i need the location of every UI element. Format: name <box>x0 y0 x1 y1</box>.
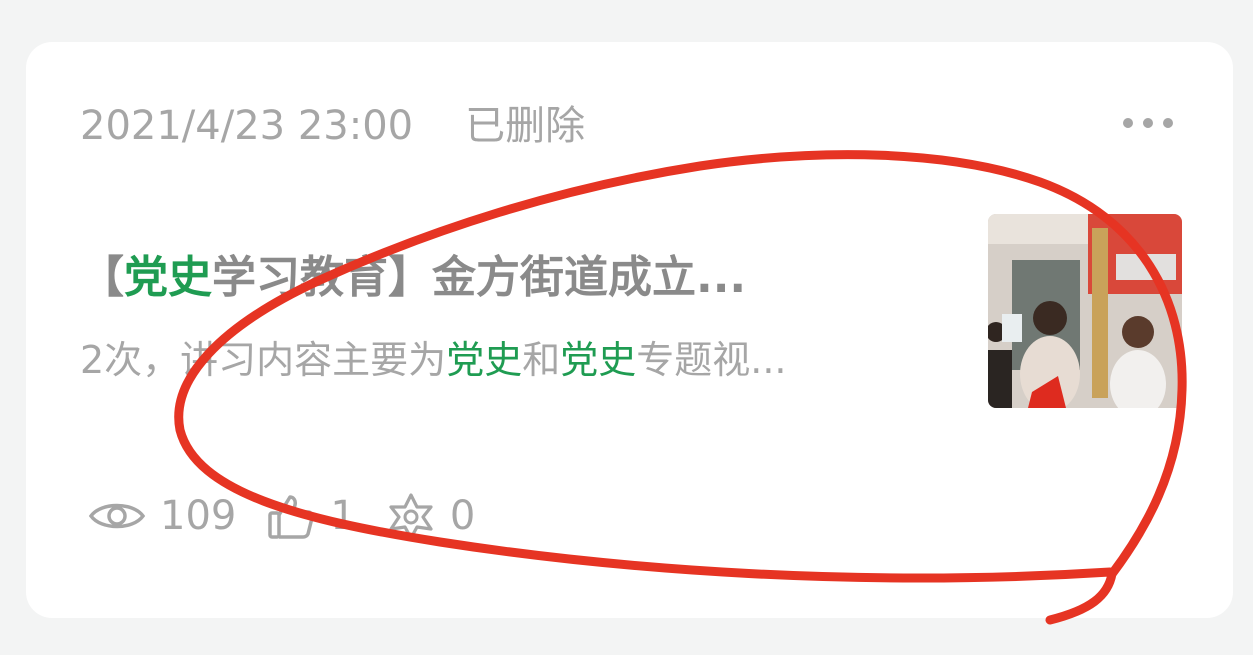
thumbs-up-icon <box>268 495 315 539</box>
article-card[interactable]: 2021/4/23 23:00 已删除 【党史学习教育】金方街道成立... 2次，… <box>26 42 1233 618</box>
post-title[interactable]: 【党史学习教育】金方街道成立... <box>80 248 970 308</box>
likes-count: 1 <box>330 493 356 539</box>
shares-count: 0 <box>449 493 476 539</box>
snippet-text-1: 2次，讲习内容主要为 <box>80 338 447 382</box>
snippet-highlight-2: 党史 <box>560 338 637 382</box>
post-snippet: 2次，讲习内容主要为党史和党史专题视... <box>80 334 960 386</box>
title-highlight: 党史 <box>124 252 212 303</box>
post-stats: 109 1 0 <box>88 490 505 542</box>
post-thumbnail[interactable] <box>988 214 1182 408</box>
snippet-highlight-1: 党史 <box>446 338 523 382</box>
views-stat: 109 <box>88 490 242 542</box>
views-count: 109 <box>160 493 237 539</box>
likes-stat[interactable]: 1 <box>266 490 361 542</box>
share-icon <box>389 493 433 540</box>
shares-stat[interactable]: 0 <box>386 490 481 542</box>
snippet-text-2: 和 <box>522 338 561 382</box>
title-text: 学习教育】金方街道成立... <box>212 252 747 303</box>
photo-thumbnail <box>988 214 1182 408</box>
post-date: 2021/4/23 23:00 <box>80 103 414 149</box>
post-meta: 2021/4/23 23:00 已删除 <box>80 100 585 152</box>
post-status: 已删除 <box>465 103 586 149</box>
title-bracket: 【 <box>80 252 124 303</box>
snippet-text-3: 专题视... <box>636 338 787 382</box>
more-dots-icon[interactable] <box>1123 118 1173 128</box>
eye-icon <box>88 503 146 529</box>
